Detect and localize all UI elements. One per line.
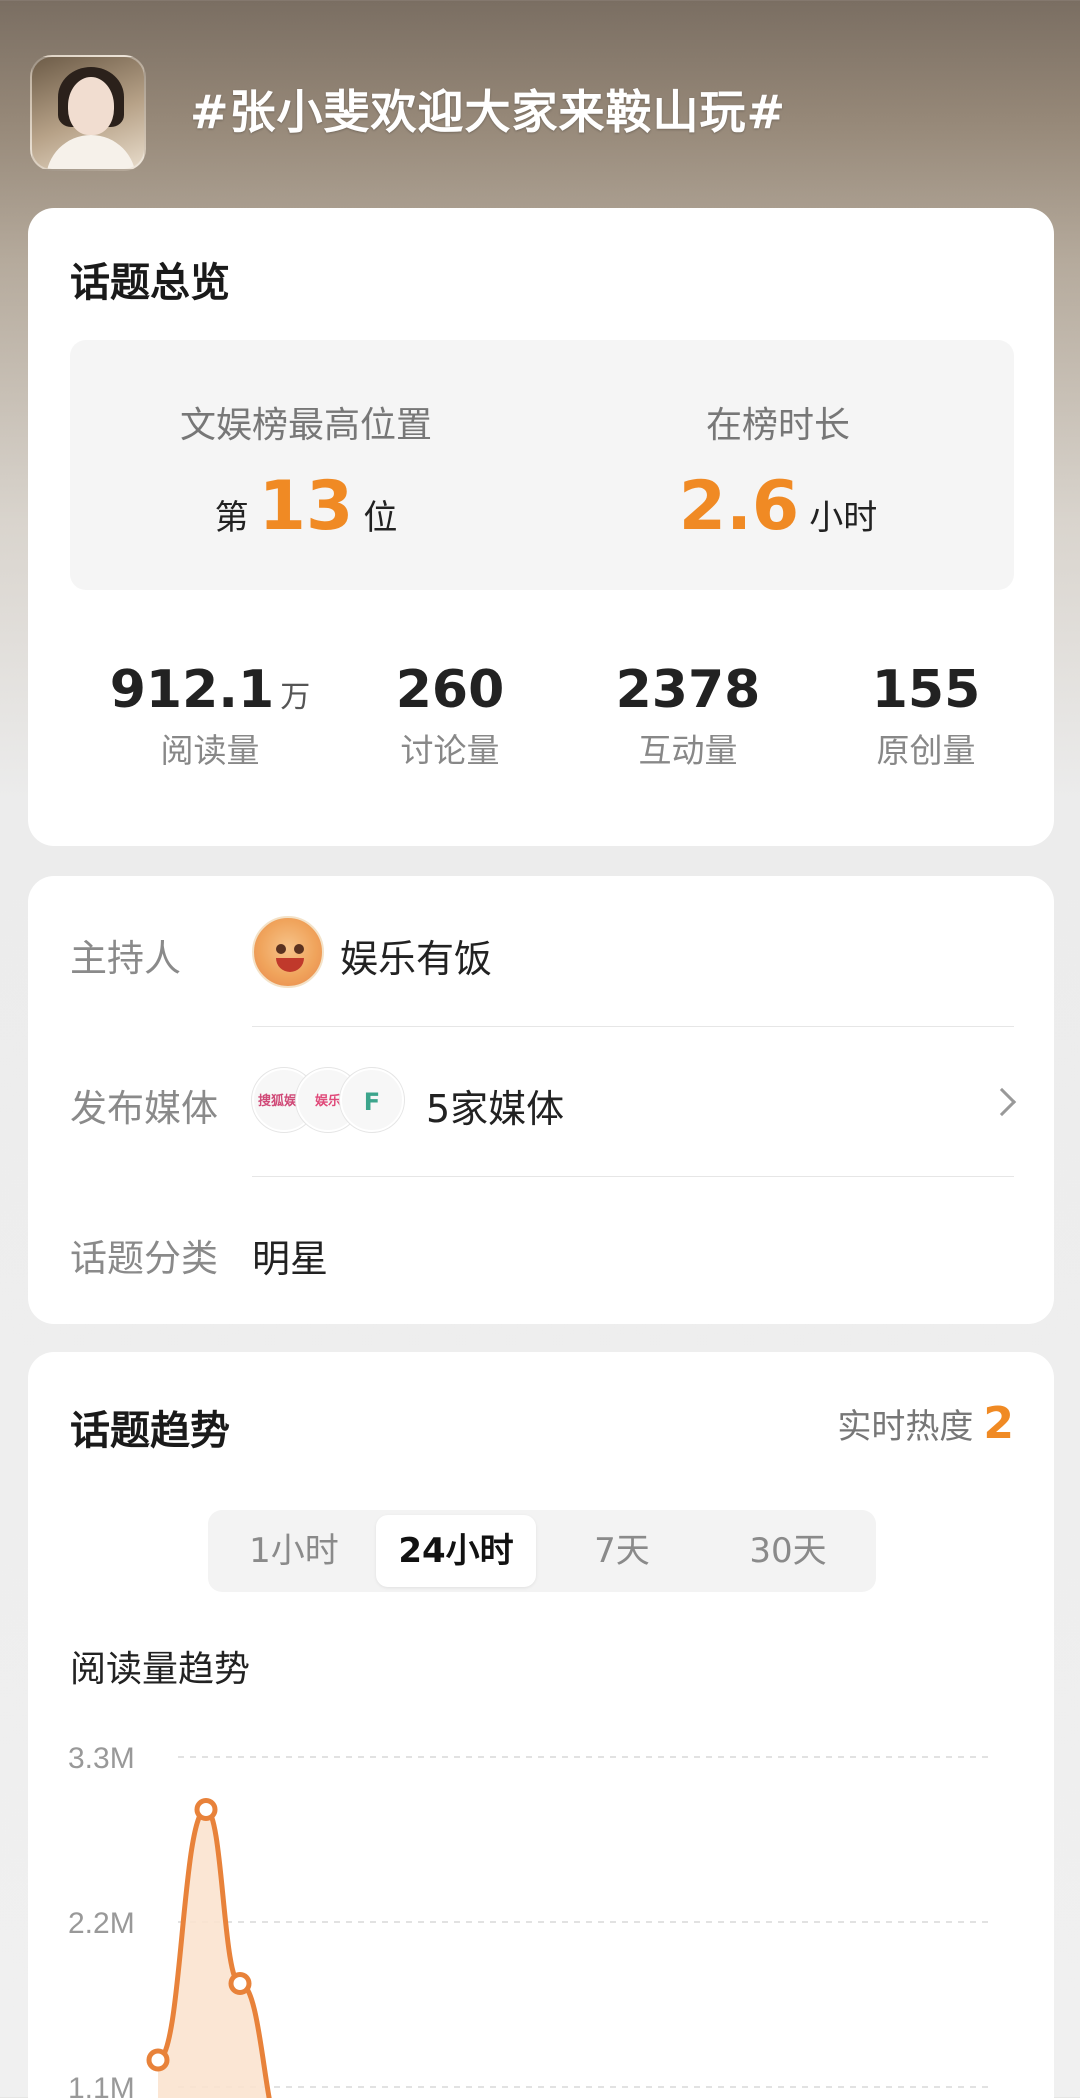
realtime-label: 实时热度 xyxy=(837,1407,974,1447)
avatar-face xyxy=(68,77,114,135)
topic-title: #张小斐欢迎大家来鞍山玩# xyxy=(190,85,787,139)
media-third-icon: F xyxy=(340,1068,404,1132)
trend-title: 话题趋势 xyxy=(70,1408,230,1454)
topic-avatar[interactable] xyxy=(30,55,146,171)
host-avatar-mouth xyxy=(276,958,304,972)
stat-interact-value: 2378 xyxy=(615,660,761,720)
category-label: 话题分类 xyxy=(70,1237,218,1280)
rank-value: 13 xyxy=(258,467,354,546)
realtime-value: 2 xyxy=(983,1398,1014,1449)
avatar-body xyxy=(46,135,136,169)
stat-read-unit: 万 xyxy=(280,680,311,715)
stat-read: 912.1 万 阅读量 xyxy=(90,660,330,772)
overview-title: 话题总览 xyxy=(70,260,230,306)
media-count[interactable]: 5家媒体 xyxy=(426,1078,564,1133)
stat-original-label: 原创量 xyxy=(876,731,976,770)
tab-1h[interactable]: 1小时 xyxy=(214,1515,374,1587)
stats-row: 912.1 万 阅读量 260 讨论量 2378 互动量 155 原创量 xyxy=(28,660,1054,800)
trend-card: 话题趋势 实时热度 2 1小时 24小时 7天 30天 阅读量趋势 3.3M 2.… xyxy=(28,1352,1054,2098)
data-point[interactable] xyxy=(146,2048,170,2072)
realtime-heat: 实时热度 2 xyxy=(837,1398,1014,1449)
rank-label: 文娱榜最高位置 xyxy=(179,405,432,446)
stat-original-value: 155 xyxy=(871,660,981,720)
tab-30d[interactable]: 30天 xyxy=(708,1515,868,1587)
media-label: 发布媒体 xyxy=(70,1087,218,1130)
y-tick-label: 3.3M xyxy=(68,1742,135,1775)
rank-prefix: 第 xyxy=(214,498,249,538)
host-avatar-eye-left xyxy=(276,944,286,954)
stat-interact-label: 互动量 xyxy=(638,731,738,770)
series-area xyxy=(158,1809,270,2098)
host-avatar-eye-right xyxy=(294,944,304,954)
duration-label: 在榜时长 xyxy=(705,405,850,446)
y-tick-label: 1.1M xyxy=(68,2072,135,2098)
range-tabs: 1小时 24小时 7天 30天 xyxy=(208,1510,876,1592)
info-card: 主持人 娱乐有饭 发布媒体 搜狐娱乐 娱乐 F 5家媒体 话题分类 明星 xyxy=(28,876,1054,1324)
chevron-right-icon[interactable] xyxy=(987,1087,1017,1117)
data-point[interactable] xyxy=(228,1972,252,1995)
host-label: 主持人 xyxy=(70,937,181,980)
stat-read-value: 912.1 xyxy=(109,660,275,720)
stat-discuss: 260 讨论量 xyxy=(330,660,570,772)
stat-read-label: 阅读量 xyxy=(160,731,260,770)
stat-discuss-label: 讨论量 xyxy=(400,731,500,770)
rank-position: 文娱榜最高位置 第 13 位 xyxy=(70,340,542,590)
host-avatar-icon[interactable] xyxy=(252,916,324,988)
tab-24h[interactable]: 24小时 xyxy=(376,1515,536,1587)
media-row[interactable]: 发布媒体 搜狐娱乐 娱乐 F 5家媒体 xyxy=(28,1026,1054,1176)
rank-box: 文娱榜最高位置 第 13 位 在榜时长 2.6 小时 xyxy=(70,340,1014,590)
stat-original: 155 原创量 xyxy=(806,660,1046,772)
duration-value: 2.6 xyxy=(678,467,800,546)
host-row[interactable]: 主持人 娱乐有饭 xyxy=(28,876,1054,1026)
data-point[interactable] xyxy=(194,1798,218,1821)
duration-unit: 小时 xyxy=(809,498,878,538)
rank-suffix: 位 xyxy=(363,498,398,538)
category-value: 明星 xyxy=(252,1237,329,1281)
read-trend-chart: 3.3M 2.2M 1.1M xyxy=(68,1742,988,2098)
stat-interact: 2378 互动量 xyxy=(568,660,808,772)
rank-duration: 在榜时长 2.6 小时 xyxy=(542,340,1014,590)
host-name[interactable]: 娱乐有饭 xyxy=(340,928,492,983)
chart-title: 阅读量趋势 xyxy=(70,1649,251,1690)
y-tick-label: 2.2M xyxy=(68,1907,135,1940)
topic-header: #张小斐欢迎大家来鞍山玩# xyxy=(0,0,1080,200)
stat-discuss-value: 260 xyxy=(395,660,505,720)
tab-7d[interactable]: 7天 xyxy=(542,1515,702,1587)
category-row: 话题分类 明星 xyxy=(28,1176,1054,1326)
overview-card: 话题总览 文娱榜最高位置 第 13 位 在榜时长 2.6 小时 912.1 万 … xyxy=(28,208,1054,846)
